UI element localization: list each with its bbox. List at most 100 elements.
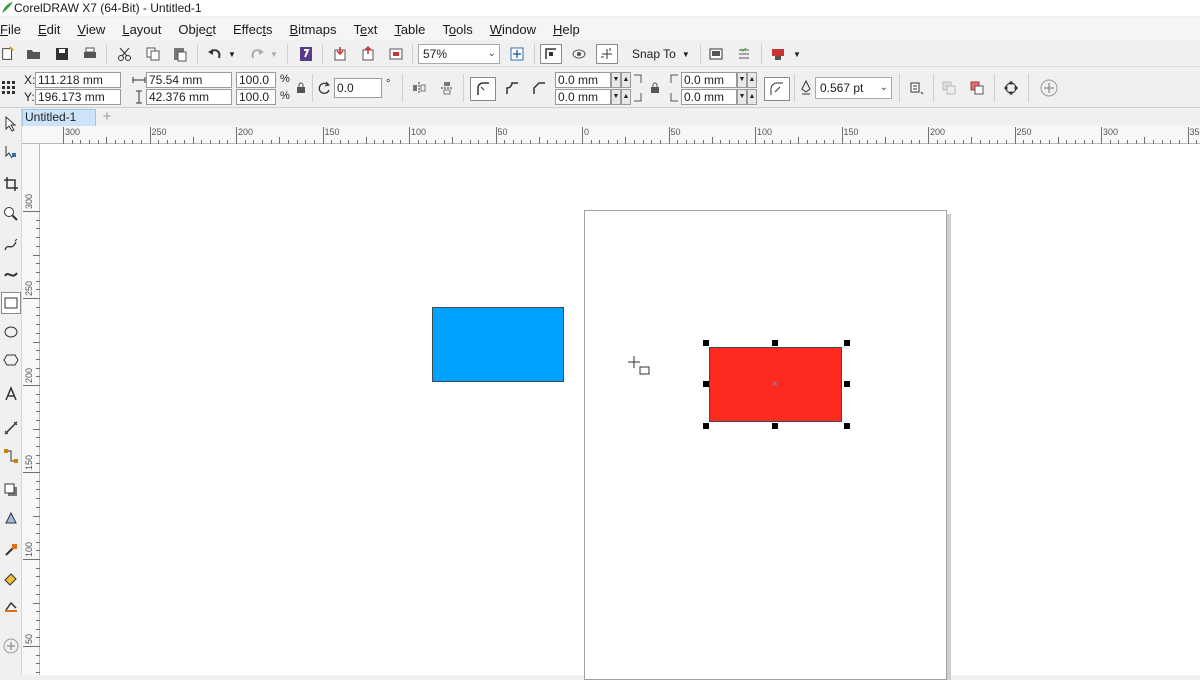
open-folder-icon[interactable] [24,45,44,63]
redo-icon[interactable] [247,45,267,63]
selection-handle-bottom-left[interactable] [703,423,709,429]
drop-shadow-tool-icon[interactable] [2,480,20,500]
menu-text[interactable]: Text [353,22,377,37]
menu-file[interactable]: File [0,22,21,37]
publish-pdf-icon[interactable] [386,45,406,63]
height-field[interactable]: 42.376 mm [146,89,232,105]
add-tool-icon[interactable] [2,636,20,656]
scale-width-field[interactable]: 100.0 [236,72,276,88]
relative-corner-scaling-icon[interactable] [764,77,790,101]
corner-radius-bottom-right-field[interactable]: 0.0 mm [681,89,737,105]
scalloped-corner-icon[interactable] [502,79,522,97]
transparency-tool-icon[interactable] [2,508,20,528]
snap-to-dropdown[interactable]: Snap To▼ [624,44,696,64]
x-position-field[interactable]: 111.218 mm [35,72,121,88]
polygon-tool-icon[interactable] [2,350,20,370]
scale-height-field[interactable]: 100.0 [236,89,276,105]
spin-up-icon[interactable]: ▲ [621,72,631,88]
to-front-icon[interactable] [939,79,959,97]
undo-icon[interactable] [205,45,225,63]
ellipse-tool-icon[interactable] [2,322,20,342]
vertical-ruler[interactable]: 30025020015010050 [22,144,40,675]
crop-tool-icon[interactable] [2,174,20,194]
application-launcher-icon[interactable] [768,45,788,63]
show-rulers-icon[interactable] [569,45,589,63]
selection-handle-bottom[interactable] [772,423,778,429]
color-eyedropper-tool-icon[interactable] [2,540,20,560]
y-position-field[interactable]: 196.173 mm [35,89,121,105]
welcome-screen-icon[interactable] [706,45,726,63]
outline-width-combo[interactable]: 0.567 pt⌄ [815,77,892,99]
options-icon[interactable] [734,45,754,63]
copy-icon[interactable] [143,45,163,63]
smart-fill-tool-icon[interactable] [2,596,20,616]
wrap-text-icon[interactable] [905,79,927,97]
menu-help[interactable]: Help [553,22,580,37]
spin-down-icon[interactable]: ▼ [737,72,747,88]
spin-up-icon[interactable]: ▲ [747,89,757,105]
to-back-icon[interactable] [967,79,987,97]
save-icon[interactable] [52,45,72,63]
full-screen-preview-icon[interactable] [540,44,562,64]
convert-to-curves-icon[interactable] [1001,79,1021,97]
menu-table[interactable]: Table [394,22,425,37]
chamfered-corner-icon[interactable] [529,79,549,97]
rotation-angle-field[interactable]: 0.0 [334,78,382,98]
selection-handle-top-left[interactable] [703,340,709,346]
tab-untitled-1[interactable]: Untitled-1 [22,109,96,126]
zoom-tool-icon[interactable] [2,204,20,224]
artistic-media-tool-icon[interactable] [2,264,20,284]
spin-up-icon[interactable]: ▲ [747,72,757,88]
selection-handle-bottom-right[interactable] [844,423,850,429]
horizontal-ruler[interactable]: 30025020015010050050100150200250300350 [22,126,1200,144]
add-quick-customize-icon[interactable] [1039,78,1059,98]
connector-tool-icon[interactable] [2,446,20,466]
spin-down-icon[interactable]: ▼ [737,89,747,105]
mirror-horizontal-icon[interactable] [409,79,429,97]
corner-radius-top-left-field[interactable]: 0.0 mm [555,72,611,88]
spin-down-icon[interactable]: ▼ [611,72,621,88]
menu-window[interactable]: Window [490,22,536,37]
export-icon[interactable] [358,45,378,63]
shape-tool-icon[interactable] [2,142,20,162]
text-tool-icon[interactable] [2,384,20,404]
lock-ratio-icon[interactable] [295,81,307,95]
new-document-icon[interactable] [0,45,16,63]
parallel-dimension-tool-icon[interactable] [2,418,20,438]
mirror-vertical-icon[interactable] [437,79,457,97]
interactive-fill-tool-icon[interactable] [2,568,20,588]
redo-dropdown-icon[interactable]: ▼ [269,45,279,63]
zoom-to-page-icon[interactable] [507,45,527,63]
zoom-level-combo[interactable]: 57%⌄ [418,44,500,64]
blue-rectangle[interactable] [432,307,564,382]
object-origin-icon[interactable] [0,78,18,96]
menu-bitmaps[interactable]: Bitmaps [289,22,336,37]
import-icon[interactable] [330,45,350,63]
selection-handle-top-right[interactable] [844,340,850,346]
corner-radius-bottom-left-field[interactable]: 0.0 mm [555,89,611,105]
menu-tools[interactable]: Tools [442,22,472,37]
spin-down-icon[interactable]: ▼ [611,89,621,105]
menu-object[interactable]: Object [178,22,216,37]
spin-up-icon[interactable]: ▲ [621,89,631,105]
cut-icon[interactable] [115,45,135,63]
search-content-icon[interactable] [296,45,316,63]
corner-radius-top-right-field[interactable]: 0.0 mm [681,72,737,88]
paste-icon[interactable] [170,45,190,63]
selection-handle-right[interactable] [844,381,850,387]
selection-handle-left[interactable] [703,381,709,387]
width-field[interactable]: 75.54 mm [146,72,232,88]
rectangle-tool-icon[interactable] [1,292,21,314]
drawing-canvas[interactable]: × [40,144,1200,675]
new-tab-plus-icon[interactable]: + [98,109,116,126]
menu-effects[interactable]: Effects [233,22,273,37]
lock-corners-icon[interactable] [649,81,661,95]
show-grid-icon[interactable] [596,44,618,64]
selection-handle-top[interactable] [772,340,778,346]
pick-tool-icon[interactable] [2,114,20,134]
print-icon[interactable] [80,45,100,63]
undo-dropdown-icon[interactable]: ▼ [227,45,237,63]
round-corner-icon[interactable] [470,77,496,101]
menu-view[interactable]: View [77,22,105,37]
launcher-dropdown-icon[interactable]: ▼ [791,45,803,63]
